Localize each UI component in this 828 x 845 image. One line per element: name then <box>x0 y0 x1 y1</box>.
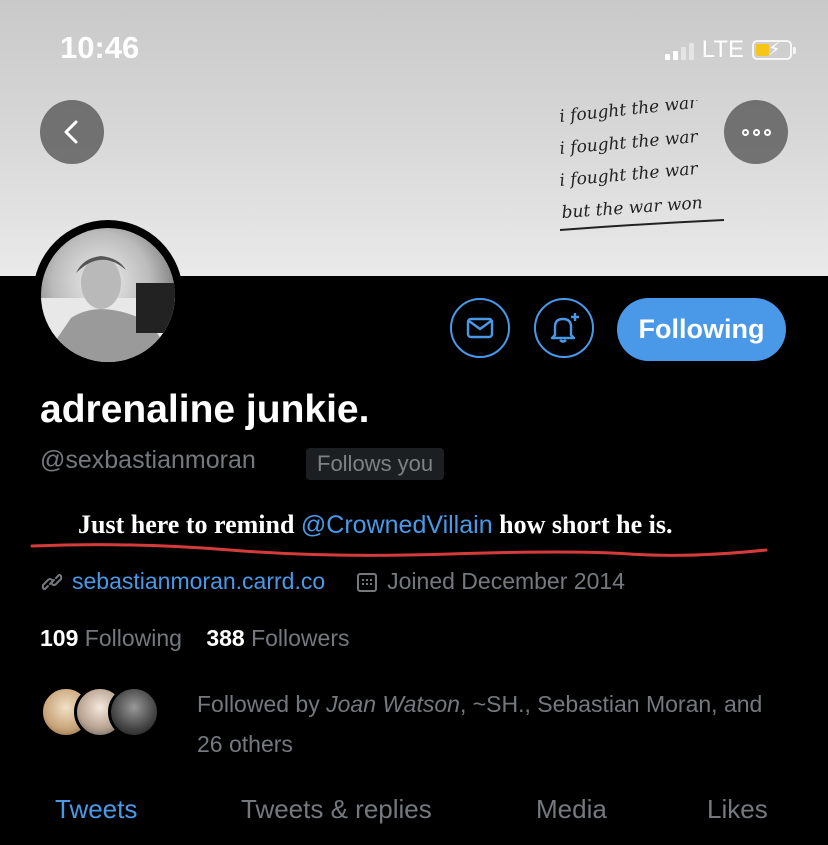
follow-counts: 109 Following 388 Followers <box>40 625 350 652</box>
more-options-button[interactable] <box>724 100 788 164</box>
followers-count-link[interactable]: 388 Followers <box>206 625 349 651</box>
network-label: LTE <box>701 36 744 63</box>
website-link[interactable]: sebastianmoran.carrd.co <box>72 568 325 595</box>
followed-by-avatars[interactable] <box>40 686 160 738</box>
bell-plus-icon <box>550 313 579 343</box>
banner-line: i fought the war <box>560 100 699 127</box>
mail-icon <box>466 317 494 339</box>
tab-likes[interactable]: Likes <box>707 794 768 825</box>
status-time: 10:46 <box>60 30 140 65</box>
message-button[interactable] <box>450 298 510 358</box>
signal-icon <box>664 40 694 60</box>
follows-you-badge: Follows you <box>306 448 445 480</box>
banner-line: but the war won <box>561 193 703 223</box>
tab-tweets[interactable]: Tweets <box>55 794 137 825</box>
bio-mention-link[interactable]: @CrownedVillain <box>301 511 493 539</box>
banner-line: i fought the war <box>560 127 699 159</box>
mutual-avatar <box>108 686 160 738</box>
joined-date: Joined December 2014 <box>387 568 625 594</box>
status-indicators: LTE ⚡ <box>664 36 796 64</box>
username-handle: @sexbastianmoran <box>40 446 256 474</box>
back-arrow-icon <box>64 120 78 144</box>
profile-bio: Just here to remind @CrownedVillain how … <box>78 510 672 540</box>
following-count-link[interactable]: 109 Following <box>40 625 182 651</box>
battery-icon: ⚡ <box>752 39 796 60</box>
handwriting-image: i fought the war i fought the war i foug… <box>560 100 725 231</box>
profile-meta: sebastianmoran.carrd.co Joined December … <box>40 568 625 595</box>
tab-media[interactable]: Media <box>536 794 607 825</box>
back-button[interactable] <box>40 100 104 164</box>
profile-avatar[interactable] <box>33 220 183 370</box>
bio-text: Just here to remind <box>78 510 301 539</box>
red-underline-annotation <box>30 543 768 557</box>
bio-text: how short he is. <box>492 510 673 539</box>
followed-by-text[interactable]: Followed by Joan Watson, ~SH., Sebastian… <box>197 684 787 764</box>
tab-tweets-replies[interactable]: Tweets & replies <box>241 794 432 825</box>
banner-line: i fought the war <box>560 159 699 191</box>
display-name: adrenaline junkie. <box>40 388 370 431</box>
avatar-image <box>41 228 175 362</box>
following-button[interactable]: Following <box>617 298 786 361</box>
link-icon <box>40 570 64 594</box>
calendar-icon <box>355 570 379 594</box>
profile-tabs: Tweets Tweets & replies Media Likes <box>0 790 828 830</box>
more-dots-icon <box>741 128 771 136</box>
notifications-button[interactable] <box>534 298 594 358</box>
